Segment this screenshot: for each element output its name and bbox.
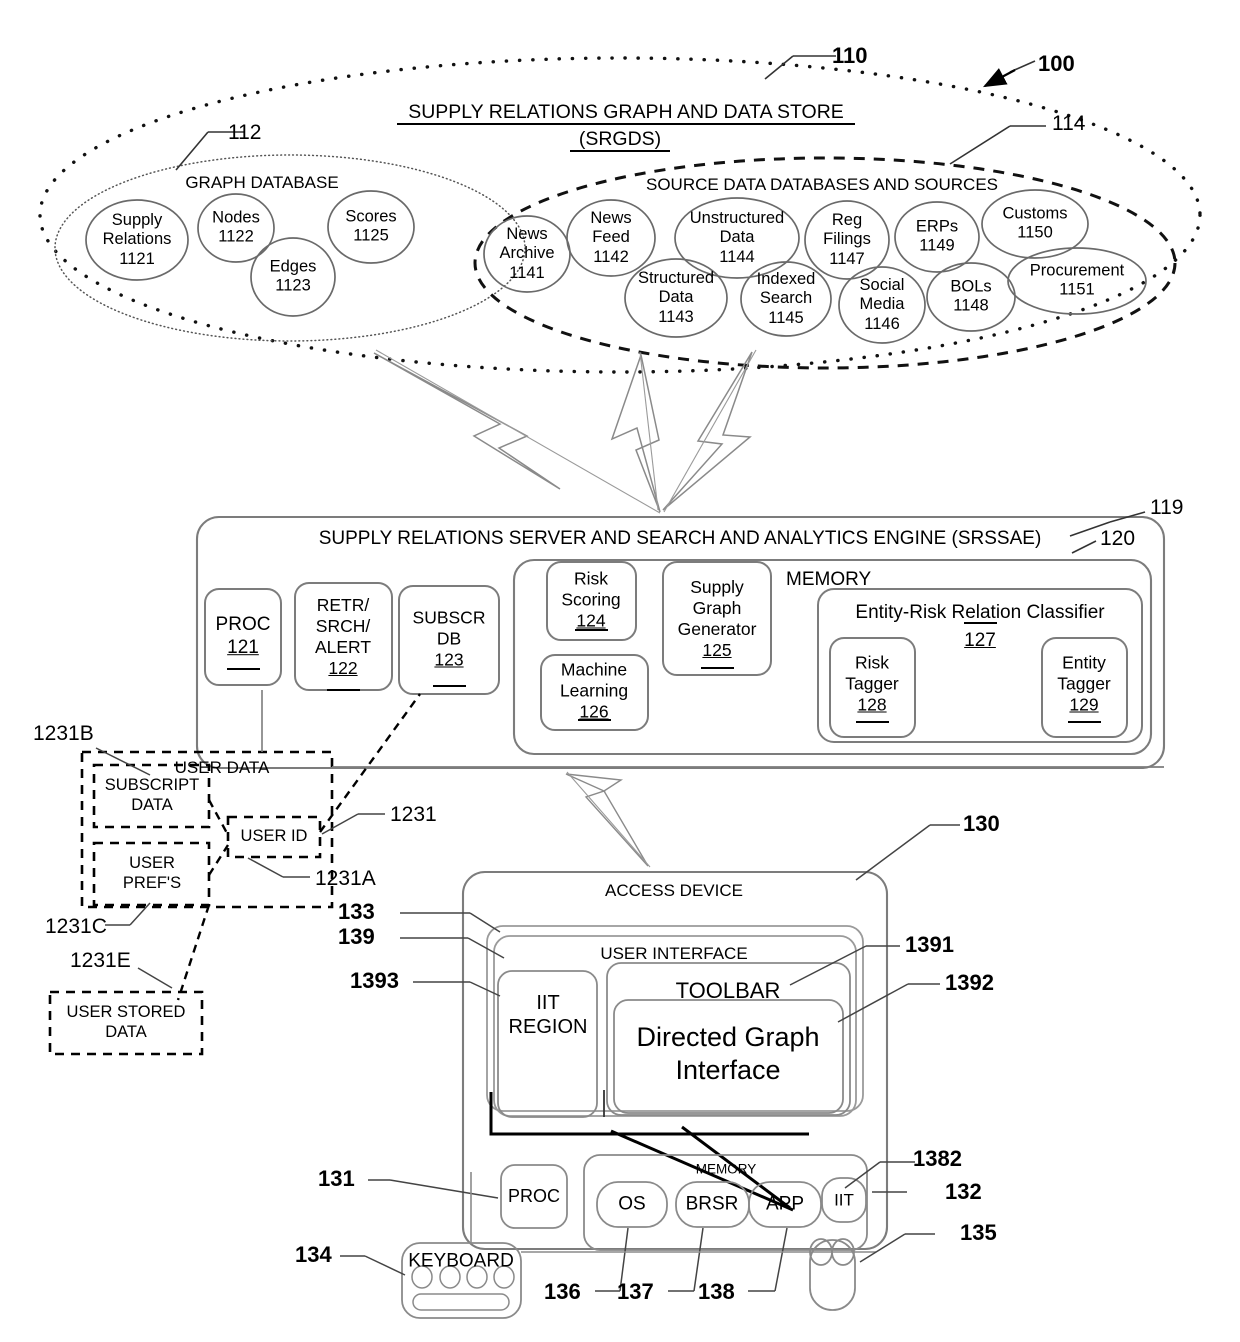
keyboard-caption: KEYBOARD	[408, 1250, 514, 1272]
ref-1393: 1393	[350, 968, 399, 993]
ref-112: 112	[228, 121, 262, 144]
ref-1391: 1391	[905, 932, 954, 957]
ref-133: 133	[338, 899, 375, 924]
ref-1392: 1392	[945, 970, 994, 995]
keyboard-keys	[411, 1265, 515, 1311]
directed-graph-caption: Directed Graph Interface	[636, 1022, 820, 1085]
node-news-feed: News Feed 1142	[590, 209, 632, 266]
ref-1231E: 1231E	[70, 949, 131, 972]
device-module-brsr: BRSR	[685, 1193, 739, 1215]
classifier-number: 127	[964, 630, 996, 651]
ref-1382: 1382	[913, 1146, 962, 1171]
node-social-media: Social Media 1146	[859, 276, 905, 333]
device-module-iit: IIT	[834, 1190, 854, 1210]
server-title: SUPPLY RELATIONS SERVER AND SEARCH AND A…	[318, 528, 1042, 549]
module-subscr-db: SUBSCR DB 123	[412, 607, 486, 670]
device-proc-caption: PROC	[507, 1185, 561, 1206]
user-data-caption: USER DATA	[174, 758, 270, 777]
patent-figure: 110 100 114 112 SUPPLY RELATIONS GRAPH A…	[0, 0, 1240, 1342]
toolbar-caption: TOOLBAR	[675, 978, 781, 1003]
device-memory-caption: MEMORY	[695, 1161, 757, 1177]
module-risk-scoring: Risk Scoring 124	[561, 568, 621, 631]
user-stored-data-caption: USER STORED DATA	[66, 1003, 186, 1041]
node-nodes: Nodes 1122	[212, 208, 260, 246]
node-procurement: Procurement 1151	[1029, 261, 1125, 299]
graph-database-caption: GRAPH DATABASE	[185, 173, 339, 192]
subscript-data-caption: SUBSCRIPT DATA	[104, 776, 200, 814]
ref-110: 110	[832, 43, 868, 68]
node-structured-data: Structured Data 1143	[637, 269, 715, 326]
node-supply-relations: Supply Relations 1121	[102, 211, 172, 268]
srgds-title-line2: (SRGDS)	[578, 128, 662, 150]
ref-136: 136	[544, 1279, 581, 1304]
ref-100: 100	[1038, 51, 1075, 76]
node-reg-filings: Reg Filings 1147	[823, 211, 871, 268]
ref-137: 137	[617, 1279, 654, 1304]
ref-114: 114	[1052, 112, 1086, 135]
ref-1231A: 1231A	[315, 867, 376, 890]
link-bolt	[373, 351, 753, 513]
module-entity-tagger: Entity Tagger 129	[1057, 652, 1111, 715]
ref-132: 132	[945, 1179, 982, 1204]
module-retr-srch-alert: RETR/SRCH/ALERT 122	[314, 595, 372, 678]
ref-120: 120	[1100, 527, 1136, 550]
module-supply-graph-generator: Supply Graph Generator 125	[677, 577, 757, 660]
user-prefs-caption: USER PREF'S	[122, 854, 182, 892]
device-module-os: OS	[618, 1193, 646, 1215]
srgds-title-line1: SUPPLY RELATIONS GRAPH AND DATA STORE	[408, 101, 844, 123]
ref-1231C: 1231C	[45, 915, 107, 938]
user-id-caption: USER ID	[240, 827, 308, 846]
module-machine-learning: Machine Learning 126	[559, 659, 629, 722]
ref-119: 119	[1150, 496, 1184, 519]
ref-138: 138	[698, 1279, 735, 1304]
ref-135: 135	[960, 1220, 997, 1245]
ref-131: 131	[318, 1166, 355, 1191]
iit-region-caption: IIT REGION	[508, 992, 588, 1038]
ref-139: 139	[338, 924, 375, 949]
ref-1231B: 1231B	[33, 722, 94, 745]
ref-1231: 1231	[390, 803, 437, 826]
user-interface-caption: USER INTERFACE	[600, 944, 748, 963]
module-proc: PROC 121	[215, 614, 271, 658]
access-device-caption: ACCESS DEVICE	[605, 881, 743, 900]
classifier-caption: Entity-Risk Relation Classifier	[855, 602, 1105, 623]
module-risk-tagger: Risk Tagger 128	[845, 652, 899, 715]
source-data-caption: SOURCE DATA DATABASES AND SOURCES	[645, 175, 999, 194]
node-indexed-search: Indexed Search 1145	[756, 270, 816, 327]
node-customs: Customs 1150	[1002, 204, 1068, 242]
node-bols: BOLs 1148	[950, 277, 992, 315]
device-module-app: APP	[765, 1193, 805, 1215]
node-news-archive: News Archive 1141	[499, 225, 555, 282]
node-unstructured-data: Unstructured Data 1144	[689, 209, 785, 266]
node-scores: Scores 1125	[345, 207, 397, 245]
ref-134: 134	[295, 1242, 332, 1267]
ref-130: 130	[963, 811, 1000, 836]
node-erps: ERPs 1149	[915, 217, 959, 255]
server-memory-caption: MEMORY	[786, 569, 872, 590]
node-edges: Edges 1123	[269, 257, 317, 295]
link-bolt	[565, 773, 649, 867]
